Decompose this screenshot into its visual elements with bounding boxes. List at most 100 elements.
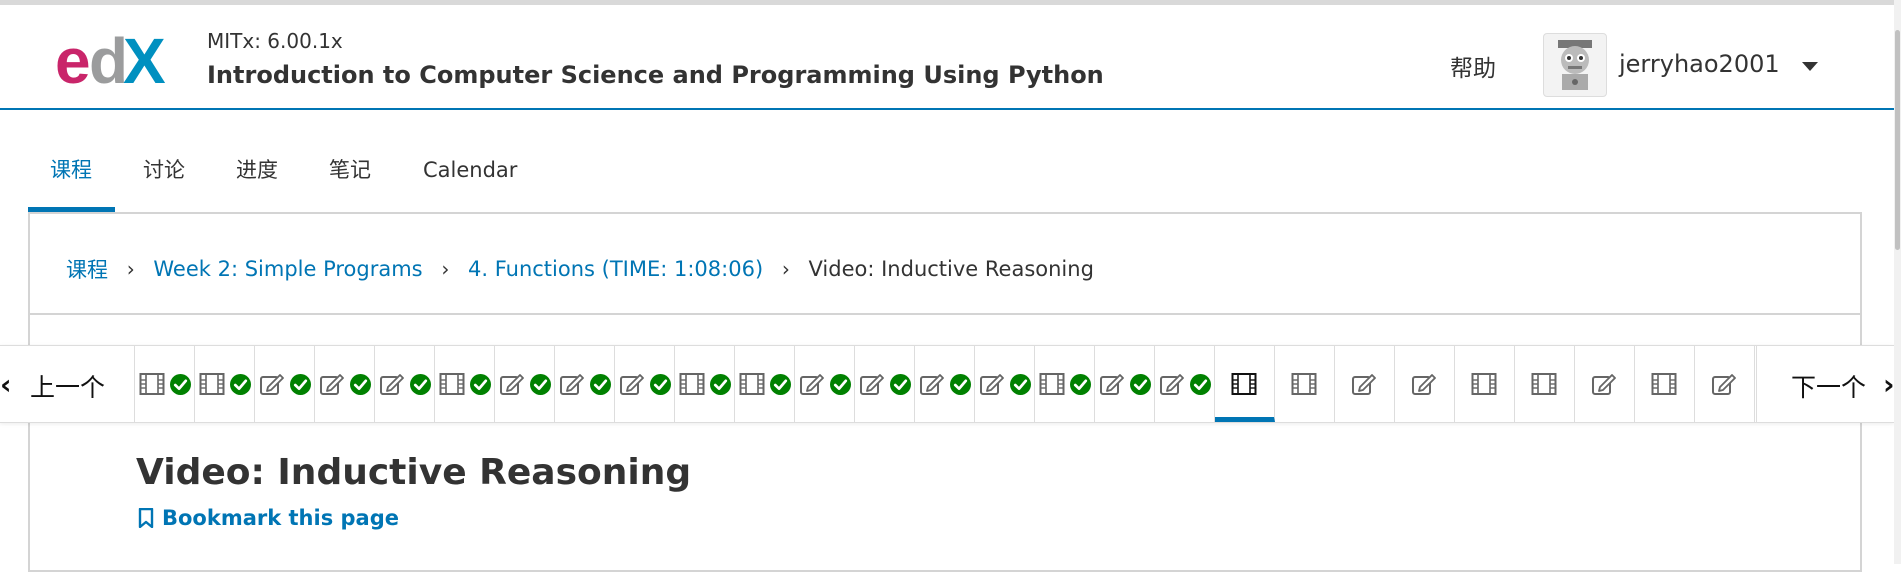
breadcrumb-week-link[interactable]: Week 2: Simple Programs — [153, 257, 422, 281]
film-icon — [1231, 373, 1257, 395]
film-icon — [439, 373, 465, 395]
film-icon — [1039, 373, 1065, 395]
edit-icon — [1592, 374, 1616, 395]
unit-tab-problem[interactable] — [375, 346, 435, 422]
tab-notes[interactable]: 笔记 — [329, 140, 371, 212]
breadcrumb-course-link[interactable]: 课程 — [66, 254, 108, 284]
breadcrumb-current: Video: Inductive Reasoning — [808, 257, 1094, 281]
edit-icon — [560, 374, 584, 395]
edit-icon — [980, 374, 1004, 395]
check-circle-icon — [890, 374, 911, 395]
breadcrumb-separator-icon: › — [126, 257, 135, 281]
unit-tab-video[interactable] — [1275, 346, 1335, 422]
breadcrumb-separator-icon: › — [781, 257, 790, 281]
bookmark-icon — [138, 507, 154, 529]
unit-tab-problem[interactable] — [1695, 346, 1755, 422]
check-circle-icon — [1190, 374, 1211, 395]
film-icon — [199, 373, 225, 395]
film-icon — [1291, 373, 1317, 395]
unit-tab-problem[interactable] — [555, 346, 615, 422]
unit-tab-video[interactable] — [1515, 346, 1575, 422]
check-circle-icon — [230, 374, 251, 395]
unit-tab-video[interactable] — [435, 346, 495, 422]
film-icon — [1471, 373, 1497, 395]
unit-tab-video[interactable] — [1635, 346, 1695, 422]
check-circle-icon — [590, 374, 611, 395]
edit-icon — [1100, 374, 1124, 395]
check-circle-icon — [1070, 374, 1091, 395]
check-circle-icon — [710, 374, 731, 395]
chevron-left-icon: ‹ — [0, 368, 12, 401]
check-circle-icon — [1130, 374, 1151, 395]
edit-icon — [920, 374, 944, 395]
film-icon — [139, 373, 165, 395]
edit-icon — [500, 374, 524, 395]
unit-tab-problem[interactable] — [1335, 346, 1395, 422]
check-circle-icon — [410, 374, 431, 395]
unit-tab-problem[interactable] — [1095, 346, 1155, 422]
unit-tab-problem[interactable] — [615, 346, 675, 422]
edit-icon — [1712, 374, 1736, 395]
edx-logo[interactable]: e d X — [55, 25, 185, 95]
robot-avatar-icon — [1558, 40, 1592, 90]
edit-icon — [620, 374, 644, 395]
unit-tab-problem[interactable] — [255, 346, 315, 422]
film-icon — [739, 373, 765, 395]
unit-tab-problem[interactable] — [1155, 346, 1215, 422]
unit-tab-video[interactable] — [1455, 346, 1515, 422]
svg-text:e: e — [55, 25, 91, 95]
previous-label: 上一个 — [30, 373, 106, 402]
unit-tab-problem[interactable] — [1395, 346, 1455, 422]
username[interactable]: jerryhao2001 — [1619, 50, 1780, 78]
unit-tab-video[interactable] — [195, 346, 255, 422]
bookmark-label: Bookmark this page — [162, 506, 399, 530]
check-circle-icon — [470, 374, 491, 395]
bookmark-button[interactable]: Bookmark this page — [138, 506, 399, 530]
unit-tab-problem[interactable] — [915, 346, 975, 422]
breadcrumb-divider — [28, 313, 1862, 315]
unit-tab-video[interactable] — [1215, 346, 1275, 422]
unit-tab-problem[interactable] — [975, 346, 1035, 422]
film-icon — [1651, 373, 1677, 395]
unit-tab-problem[interactable] — [1575, 346, 1635, 422]
page-scrollbar-thumb[interactable] — [1895, 30, 1900, 250]
edit-icon — [1412, 374, 1436, 395]
tab-discussion[interactable]: 讨论 — [143, 140, 185, 212]
film-icon — [679, 373, 705, 395]
tab-course[interactable]: 课程 — [28, 140, 115, 212]
next-label: 下一个 — [1791, 373, 1867, 402]
check-circle-icon — [350, 374, 371, 395]
film-icon — [1531, 373, 1557, 395]
course-title: Introduction to Computer Science and Pro… — [207, 61, 1104, 89]
unit-tab-video[interactable] — [135, 346, 195, 422]
check-circle-icon — [1010, 374, 1031, 395]
edit-icon — [1160, 374, 1184, 395]
unit-tab-video[interactable] — [675, 346, 735, 422]
breadcrumb-section-link[interactable]: 4. Functions (TIME: 1:08:06) — [468, 257, 763, 281]
svg-text:X: X — [123, 25, 166, 95]
next-unit-button[interactable]: 下一个 › — [1756, 346, 1895, 422]
avatar[interactable] — [1543, 33, 1607, 97]
check-circle-icon — [770, 374, 791, 395]
unit-tab-problem[interactable] — [495, 346, 555, 422]
check-circle-icon — [530, 374, 551, 395]
unit-tab-problem[interactable] — [855, 346, 915, 422]
previous-unit-button[interactable]: ‹ 上一个 — [0, 346, 135, 422]
help-link[interactable]: 帮助 — [1450, 49, 1496, 83]
check-circle-icon — [830, 374, 851, 395]
tab-progress[interactable]: 进度 — [236, 140, 278, 212]
edit-icon — [380, 374, 404, 395]
chevron-right-icon: › — [1883, 368, 1895, 401]
unit-tab-problem[interactable] — [315, 346, 375, 422]
unit-tab-problem[interactable] — [795, 346, 855, 422]
edit-icon — [1352, 374, 1376, 395]
unit-tab-video[interactable] — [1035, 346, 1095, 422]
unit-tab-video[interactable] — [735, 346, 795, 422]
edit-icon — [860, 374, 884, 395]
user-menu-caret-icon[interactable] — [1802, 62, 1818, 71]
check-circle-icon — [950, 374, 971, 395]
sequence-navigation: ‹ 上一个 下一个 › — [0, 345, 1895, 423]
course-org: MITx: 6.00.1x — [207, 29, 343, 53]
check-circle-icon — [290, 374, 311, 395]
tab-calendar[interactable]: Calendar — [423, 140, 517, 212]
